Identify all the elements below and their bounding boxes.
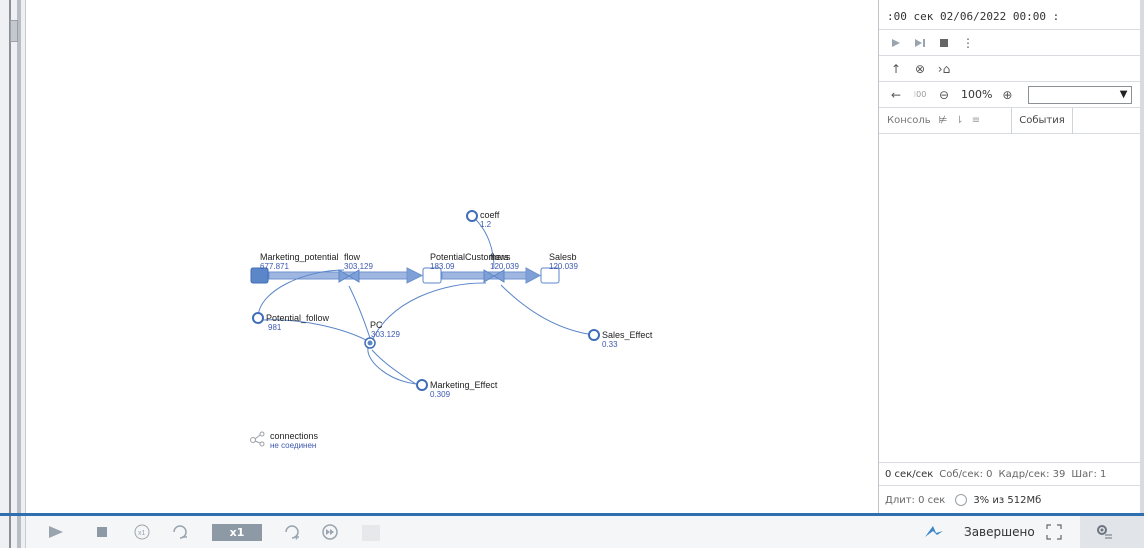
connections-status: не соединен [270, 441, 316, 450]
splitter-line [9, 516, 11, 548]
console-tabs: Консоль ⊭ ⇂ ≡ События [879, 107, 1141, 134]
splitter-line [9, 0, 11, 515]
connections-icon[interactable] [250, 431, 265, 447]
speed-indicator[interactable]: x1 [212, 524, 262, 541]
fast-forward-button[interactable] [320, 522, 340, 542]
zoom-level: 100% [961, 88, 993, 101]
param-label: coeff [480, 210, 500, 220]
chevron-down-icon: ▼ [1119, 88, 1128, 100]
stock-value: 677.871 [260, 262, 289, 271]
svg-text:x1: x1 [138, 530, 146, 537]
up-arrow-icon[interactable]: ↑ [887, 60, 905, 78]
settings-panel-toggle[interactable] [1080, 516, 1144, 548]
view-select[interactable]: ▼ [1028, 85, 1133, 104]
anylogic-logo-icon [922, 522, 946, 542]
duration-stat: Длит: 0 сек [885, 494, 946, 506]
stock-label: Salesb [549, 252, 577, 262]
model-diagram: Marketing_potential 677.871 flow 303.129… [250, 210, 653, 450]
aux-value: 303.129 [371, 330, 400, 339]
param-label: Sales_Effect [602, 330, 653, 340]
stock-label: Marketing_potential [260, 252, 339, 262]
developer-panel: :00 сек 02/06/2022 00:00 : ⋮ ↑ ⊗ ›⌂ ← ⁝0… [878, 0, 1144, 515]
tab-console[interactable]: Консоль ⊭ ⇂ ≡ [879, 115, 1011, 126]
flow-label: flows [490, 252, 511, 262]
model-time: :00 сек 02/06/2022 00:00 : [887, 10, 1060, 23]
fast-forward-icon [322, 524, 338, 540]
settings-icon [1094, 522, 1114, 542]
flow-value: 120.039 [490, 262, 519, 271]
flow-label: flow [344, 252, 361, 262]
time-row: :00 сек 02/06/2022 00:00 : [879, 0, 1141, 30]
step-icon[interactable] [911, 34, 929, 52]
memory-stat: 3% из 512Мб [973, 494, 1042, 506]
tab-events[interactable]: События [1011, 107, 1073, 134]
console-tab-label: Консоль [887, 115, 931, 126]
bottom-splitter [0, 516, 26, 548]
aux-pc[interactable] [364, 337, 376, 349]
reset-x1-icon: x1 [134, 524, 150, 540]
clear-console-icon[interactable]: ⊭ [939, 115, 948, 126]
param-value: 1.2 [480, 220, 492, 229]
param-value: 0.309 [430, 390, 451, 399]
fullscreen-button[interactable] [1044, 522, 1064, 542]
param-value: 0.33 [602, 340, 618, 349]
param-value: 981 [268, 323, 282, 332]
run-icon[interactable] [887, 34, 905, 52]
stop-button[interactable] [94, 522, 110, 542]
stock-value: 183.09 [430, 262, 455, 271]
stock-value: 120.039 [549, 262, 578, 271]
zoom-out-icon[interactable]: ⊖ [935, 86, 953, 104]
events-stat: Соб/сек: 0 [939, 468, 993, 480]
run-status: Завершено [964, 525, 1035, 539]
scroll-lock-icon[interactable]: ⇂ [955, 115, 963, 126]
play-icon [49, 526, 63, 538]
splitter-line [17, 516, 21, 548]
stop-icon[interactable] [935, 34, 953, 52]
dependency-links [257, 215, 595, 385]
slow-down-icon [173, 525, 187, 539]
home-icon[interactable]: ›⌂ [935, 60, 953, 78]
param-coeff[interactable] [466, 210, 478, 222]
step-stat: Шаг: 1 [1071, 468, 1107, 480]
more-icon[interactable]: ⋮ [959, 34, 977, 52]
memory-row: Длит: 0 сек 3% из 512Мб [879, 487, 1141, 513]
param-sales-effect[interactable] [588, 329, 600, 341]
speed-up-button[interactable] [282, 522, 302, 542]
param-label: Potential_follow [266, 313, 330, 323]
zoom-in-icon[interactable]: ⊕ [998, 86, 1016, 104]
splitter-line [17, 0, 21, 515]
play-button[interactable] [46, 522, 66, 542]
connections-label: connections [270, 431, 319, 441]
scroll-thumb[interactable] [10, 20, 18, 42]
speed-up-icon [285, 525, 299, 540]
left-splitter[interactable] [0, 0, 26, 515]
param-potential-follow[interactable] [252, 312, 264, 324]
wrap-icon[interactable]: ≡ [972, 115, 980, 126]
bottom-toolbar: x1 x1 Завершено [0, 516, 1144, 548]
stop-icon [97, 527, 107, 537]
disabled-button [362, 525, 380, 541]
param-label: Marketing_Effect [430, 380, 498, 390]
flow-value: 303.129 [344, 262, 373, 271]
back-arrow-icon[interactable]: ← [887, 86, 905, 104]
frames-stat: Кадр/сек: 39 [998, 468, 1066, 480]
events-tab-label: События [1019, 115, 1065, 126]
cancel-icon[interactable]: ⊗ [911, 60, 929, 78]
fit-zoom-icon[interactable]: ⁝00 [911, 86, 929, 104]
rate-stat: 0 сек/сек [885, 468, 934, 480]
slow-down-button[interactable] [170, 522, 190, 542]
aux-label: PC [370, 320, 383, 330]
model-canvas[interactable]: Marketing_potential 677.871 flow 303.129… [26, 0, 878, 515]
navigation-row: ↑ ⊗ ›⌂ [879, 56, 1141, 82]
fullscreen-icon [1046, 524, 1062, 540]
stats-row: 0 сек/сек Соб/сек: 0 Кадр/сек: 39 Шаг: 1 [879, 462, 1141, 486]
reset-speed-button[interactable]: x1 [132, 522, 152, 542]
memory-radio [955, 494, 968, 506]
run-controls-row: ⋮ [879, 30, 1141, 56]
param-marketing-effect[interactable] [416, 379, 428, 391]
zoom-row: ← ⁝00 ⊖ 100% ⊕ ▼ [879, 82, 1141, 108]
